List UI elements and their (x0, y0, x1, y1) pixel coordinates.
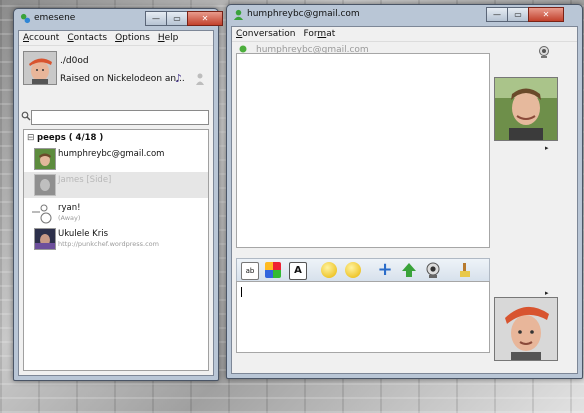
emoticon-smile-icon[interactable] (345, 262, 361, 278)
contact-photo (495, 78, 557, 140)
webcam-icon[interactable] (425, 262, 441, 278)
conversation-user-icon (233, 9, 244, 20)
group-collapse-toggle[interactable]: ⊟ (27, 133, 35, 143)
contact-row[interactable]: Ukulele Kris http://punkchef.wordpress.c… (24, 226, 208, 252)
close-button[interactable]: ✕ (187, 11, 223, 26)
emesene-logo-icon (20, 13, 31, 24)
group-header[interactable]: peeps ( 4/18 ) (37, 133, 103, 143)
restore-button[interactable]: ▭ (507, 7, 529, 22)
contact-name: Ukulele Kris (58, 229, 109, 239)
clear-icon[interactable] (457, 262, 473, 278)
own-photo (495, 298, 557, 360)
own-personal-message[interactable]: Raised on Nickelodeon an... (60, 74, 185, 84)
menubar: Conversation Formmatat (232, 27, 577, 42)
contact-avatar-placeholder (32, 202, 54, 224)
menu-format[interactable]: Formmatat (300, 27, 340, 41)
color-icon[interactable] (265, 262, 281, 278)
contact-avatar (34, 174, 56, 196)
contact-list: ⊟ peeps ( 4/18 ) humphreybc@gmail.com Ja… (23, 129, 209, 371)
music-note-icon[interactable]: ♪ (175, 72, 182, 85)
user-placeholder-icon (32, 204, 52, 224)
text-caret (241, 287, 242, 297)
avatar-expand-arrow[interactable]: ▸ (545, 144, 549, 152)
minimize-button[interactable]: — (145, 11, 167, 26)
menu-help[interactable]: Help (154, 31, 183, 45)
contact-row[interactable]: humphreybc@gmail.com (24, 146, 208, 172)
conversation-client: Conversation Formmatat humphreybc@gmail.… (231, 26, 578, 374)
invite-icon[interactable]: + (377, 261, 393, 279)
menubar: Account Contacts Options Help (19, 31, 213, 46)
restore-button[interactable]: ▭ (166, 11, 188, 26)
font-icon[interactable]: ab (241, 262, 259, 280)
window-title: humphreybc@gmail.com (247, 9, 360, 19)
conversation-window: humphreybc@gmail.com — ▭ ✕ Conversation … (226, 4, 583, 379)
menu-conversation[interactable]: Conversation (232, 27, 300, 41)
contact-row-selected[interactable]: James [Side] (24, 172, 208, 198)
own-display-picture[interactable] (494, 297, 558, 361)
titlebar[interactable]: emesene — ▭ ✕ (14, 9, 223, 29)
search-input[interactable] (31, 110, 209, 125)
format-toolbar: ab A + (236, 258, 490, 282)
contact-avatar (34, 228, 56, 250)
contact-avatar (34, 148, 56, 170)
webcam-icon[interactable] (538, 46, 550, 58)
contact-message: http://punkchef.wordpress.com (58, 240, 159, 248)
contact-name: ryan! (58, 203, 81, 213)
menu-account[interactable]: Account (19, 31, 63, 45)
window-title: emesene (34, 13, 76, 23)
contact-row[interactable]: ryan! (Away) (24, 200, 208, 226)
bold-text-icon[interactable]: A (289, 262, 307, 280)
search-icon (21, 111, 31, 121)
emoticon-wink-icon[interactable] (321, 262, 337, 278)
menu-contacts[interactable]: Contacts (63, 31, 111, 45)
status-user-icon[interactable] (195, 73, 205, 85)
own-avatar[interactable] (23, 51, 57, 85)
close-button[interactable]: ✕ (528, 7, 564, 22)
contact-name: humphreybc@gmail.com (58, 149, 165, 159)
contact-name: James [Side] (58, 175, 112, 185)
avatar-expand-arrow[interactable]: ▸ (545, 289, 549, 297)
message-history[interactable] (236, 53, 490, 248)
send-file-icon[interactable] (401, 262, 417, 278)
own-nick[interactable]: ./d0od (60, 56, 89, 66)
contact-list-client: Account Contacts Options Help ./d0od Rai… (18, 30, 214, 376)
minimize-button[interactable]: — (486, 7, 508, 22)
menu-options[interactable]: Options (111, 31, 154, 45)
contact-list-window: emesene — ▭ ✕ Account Contacts Options H… (13, 8, 223, 381)
message-input[interactable] (236, 281, 490, 353)
titlebar[interactable]: humphreybc@gmail.com — ▭ ✕ (227, 5, 582, 25)
contact-message: (Away) (58, 214, 81, 222)
own-avatar-image (24, 52, 56, 84)
contact-display-picture[interactable] (494, 77, 558, 141)
